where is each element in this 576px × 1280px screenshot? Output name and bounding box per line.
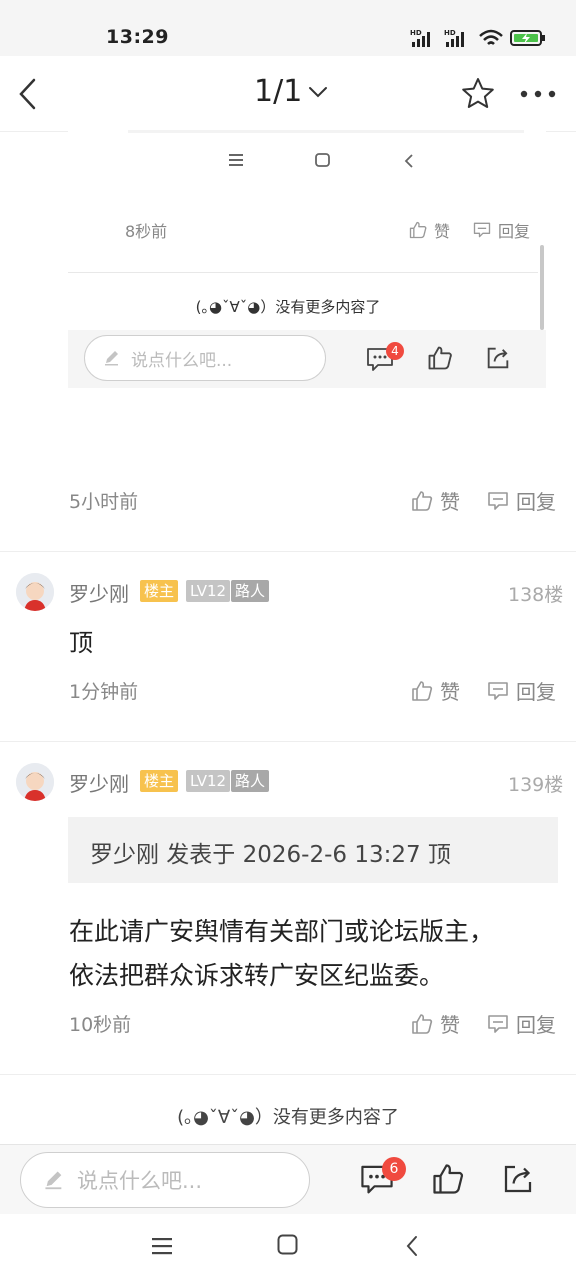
- owner-tag: 楼主: [140, 770, 179, 792]
- level-tag: LV12: [186, 580, 231, 602]
- avatar-icon: [16, 573, 54, 611]
- avatar[interactable]: [16, 763, 54, 801]
- owner-tag: 楼主: [140, 580, 179, 602]
- menu-icon[interactable]: [152, 1236, 174, 1256]
- reply-button[interactable]: 回复: [486, 1009, 556, 1038]
- thumbs-up-icon: [412, 490, 433, 511]
- thumbs-up-icon: [412, 1013, 433, 1034]
- hd-signal-icon: HD: [410, 29, 430, 47]
- thumbs-up-icon[interactable]: [430, 1161, 466, 1197]
- avatar[interactable]: [16, 573, 54, 611]
- wifi-icon: [479, 29, 503, 45]
- avatar-icon: [16, 763, 54, 801]
- svg-text:HD: HD: [444, 29, 456, 37]
- author-name[interactable]: 罗少刚: [69, 578, 129, 607]
- like-label: 赞: [440, 1013, 460, 1037]
- reply-icon: [488, 1014, 508, 1033]
- reply-button[interactable]: 回复: [486, 676, 556, 705]
- reply-icon: [488, 491, 508, 510]
- home-square-icon: [315, 153, 330, 167]
- page-indicator[interactable]: 1/1: [254, 74, 328, 109]
- page-indicator-label: 1/1: [254, 74, 303, 109]
- thumbs-up-icon: [412, 680, 433, 701]
- like-button[interactable]: 赞: [410, 1009, 460, 1038]
- embedded-reply-button: 回复: [472, 218, 530, 242]
- comment-time: 10秒前: [69, 1014, 132, 1036]
- reply-icon: [473, 222, 491, 238]
- like-button[interactable]: 赞: [410, 486, 460, 515]
- embedded-nav-bar: [128, 130, 524, 188]
- embedded-scrollbar: [540, 245, 544, 330]
- embedded-placeholder: 说点什么吧...: [131, 350, 233, 371]
- quoted-reply[interactable]: 罗少刚 发表于 2026-2-6 13:27 顶: [68, 817, 558, 883]
- comment-text: 顶: [69, 629, 93, 657]
- thumbs-up-icon: [428, 346, 452, 370]
- embedded-divider: [68, 272, 538, 273]
- reply-label: 回复: [516, 680, 556, 704]
- like-label: 赞: [440, 490, 460, 514]
- thumbs-up-icon: [409, 221, 427, 239]
- home-square-icon[interactable]: [277, 1234, 299, 1256]
- comment-text-line-2: 依法把群众诉求转广安区纪监委。: [69, 961, 445, 990]
- embedded-like-button: 赞: [408, 218, 450, 242]
- floor-number: 138楼: [508, 584, 564, 606]
- like-label: 赞: [440, 680, 460, 704]
- embedded-reply-label: 回复: [498, 222, 531, 241]
- comment-separator: [0, 551, 576, 552]
- comment-separator: [0, 1074, 576, 1075]
- back-arrow-icon[interactable]: [403, 1234, 421, 1258]
- embedded-bottom-bar: 说点什么吧... 4: [68, 330, 546, 388]
- embedded-like-label: 赞: [434, 222, 451, 241]
- status-icons: HD HD: [410, 28, 546, 48]
- battery-charging-icon: [510, 30, 545, 46]
- role-tag: 路人: [231, 770, 270, 792]
- floor-number: 139楼: [508, 774, 564, 796]
- back-arrow-icon: [404, 154, 413, 168]
- reply-label: 回复: [516, 1013, 556, 1037]
- star-icon[interactable]: [460, 76, 496, 112]
- bottom-action-bar: 说点什么吧... 6: [0, 1144, 576, 1214]
- more-dots-icon[interactable]: [518, 82, 558, 106]
- author-name[interactable]: 罗少刚: [69, 768, 129, 797]
- top-navigation: 1/1: [0, 56, 576, 132]
- status-time: 13:29: [106, 26, 169, 48]
- embedded-time: 8秒前: [125, 222, 168, 241]
- end-of-list-text: (｡◕ˇ∀ˇ◕）没有更多内容了: [177, 1107, 399, 1128]
- status-bar: 13:29 HD HD: [0, 0, 576, 56]
- comment-input[interactable]: 说点什么吧...: [20, 1152, 310, 1208]
- like-button[interactable]: 赞: [410, 676, 460, 705]
- menu-icon: [229, 154, 243, 166]
- embedded-end-text: (｡◕ˇ∀ˇ◕）没有更多内容了: [195, 298, 381, 316]
- comment-separator: [0, 741, 576, 742]
- comment-text-line-1: 在此请广安舆情有关部门或论坛版主，: [69, 917, 495, 946]
- prev-comment-time: 5小时前: [69, 491, 139, 513]
- embedded-comment-input: 说点什么吧...: [84, 335, 326, 381]
- hd-signal-icon: HD: [444, 29, 464, 47]
- svg-text:HD: HD: [410, 29, 422, 37]
- comment-time: 1分钟前: [69, 681, 139, 703]
- share-icon: [487, 347, 509, 369]
- comment-count-badge: 6: [382, 1157, 406, 1181]
- share-icon[interactable]: [500, 1161, 536, 1197]
- embedded-screenshot: 8秒前 赞 回复 (｡◕ˇ∀ˇ◕）没有更多内容了 说点什么吧... 4: [68, 130, 546, 390]
- embedded-comment-badge: 4: [386, 342, 404, 360]
- chevron-left-icon[interactable]: [14, 76, 44, 112]
- reply-button[interactable]: 回复: [486, 486, 556, 515]
- chevron-down-icon: [309, 86, 328, 97]
- pencil-icon: [45, 1171, 62, 1190]
- pencil-icon: [105, 351, 118, 366]
- comment-input-placeholder: 说点什么吧...: [77, 1169, 203, 1193]
- reply-icon: [488, 681, 508, 700]
- reply-label: 回复: [516, 490, 556, 514]
- level-tag: LV12: [186, 770, 231, 792]
- system-navigation-bar: [0, 1214, 576, 1280]
- role-tag: 路人: [231, 580, 270, 602]
